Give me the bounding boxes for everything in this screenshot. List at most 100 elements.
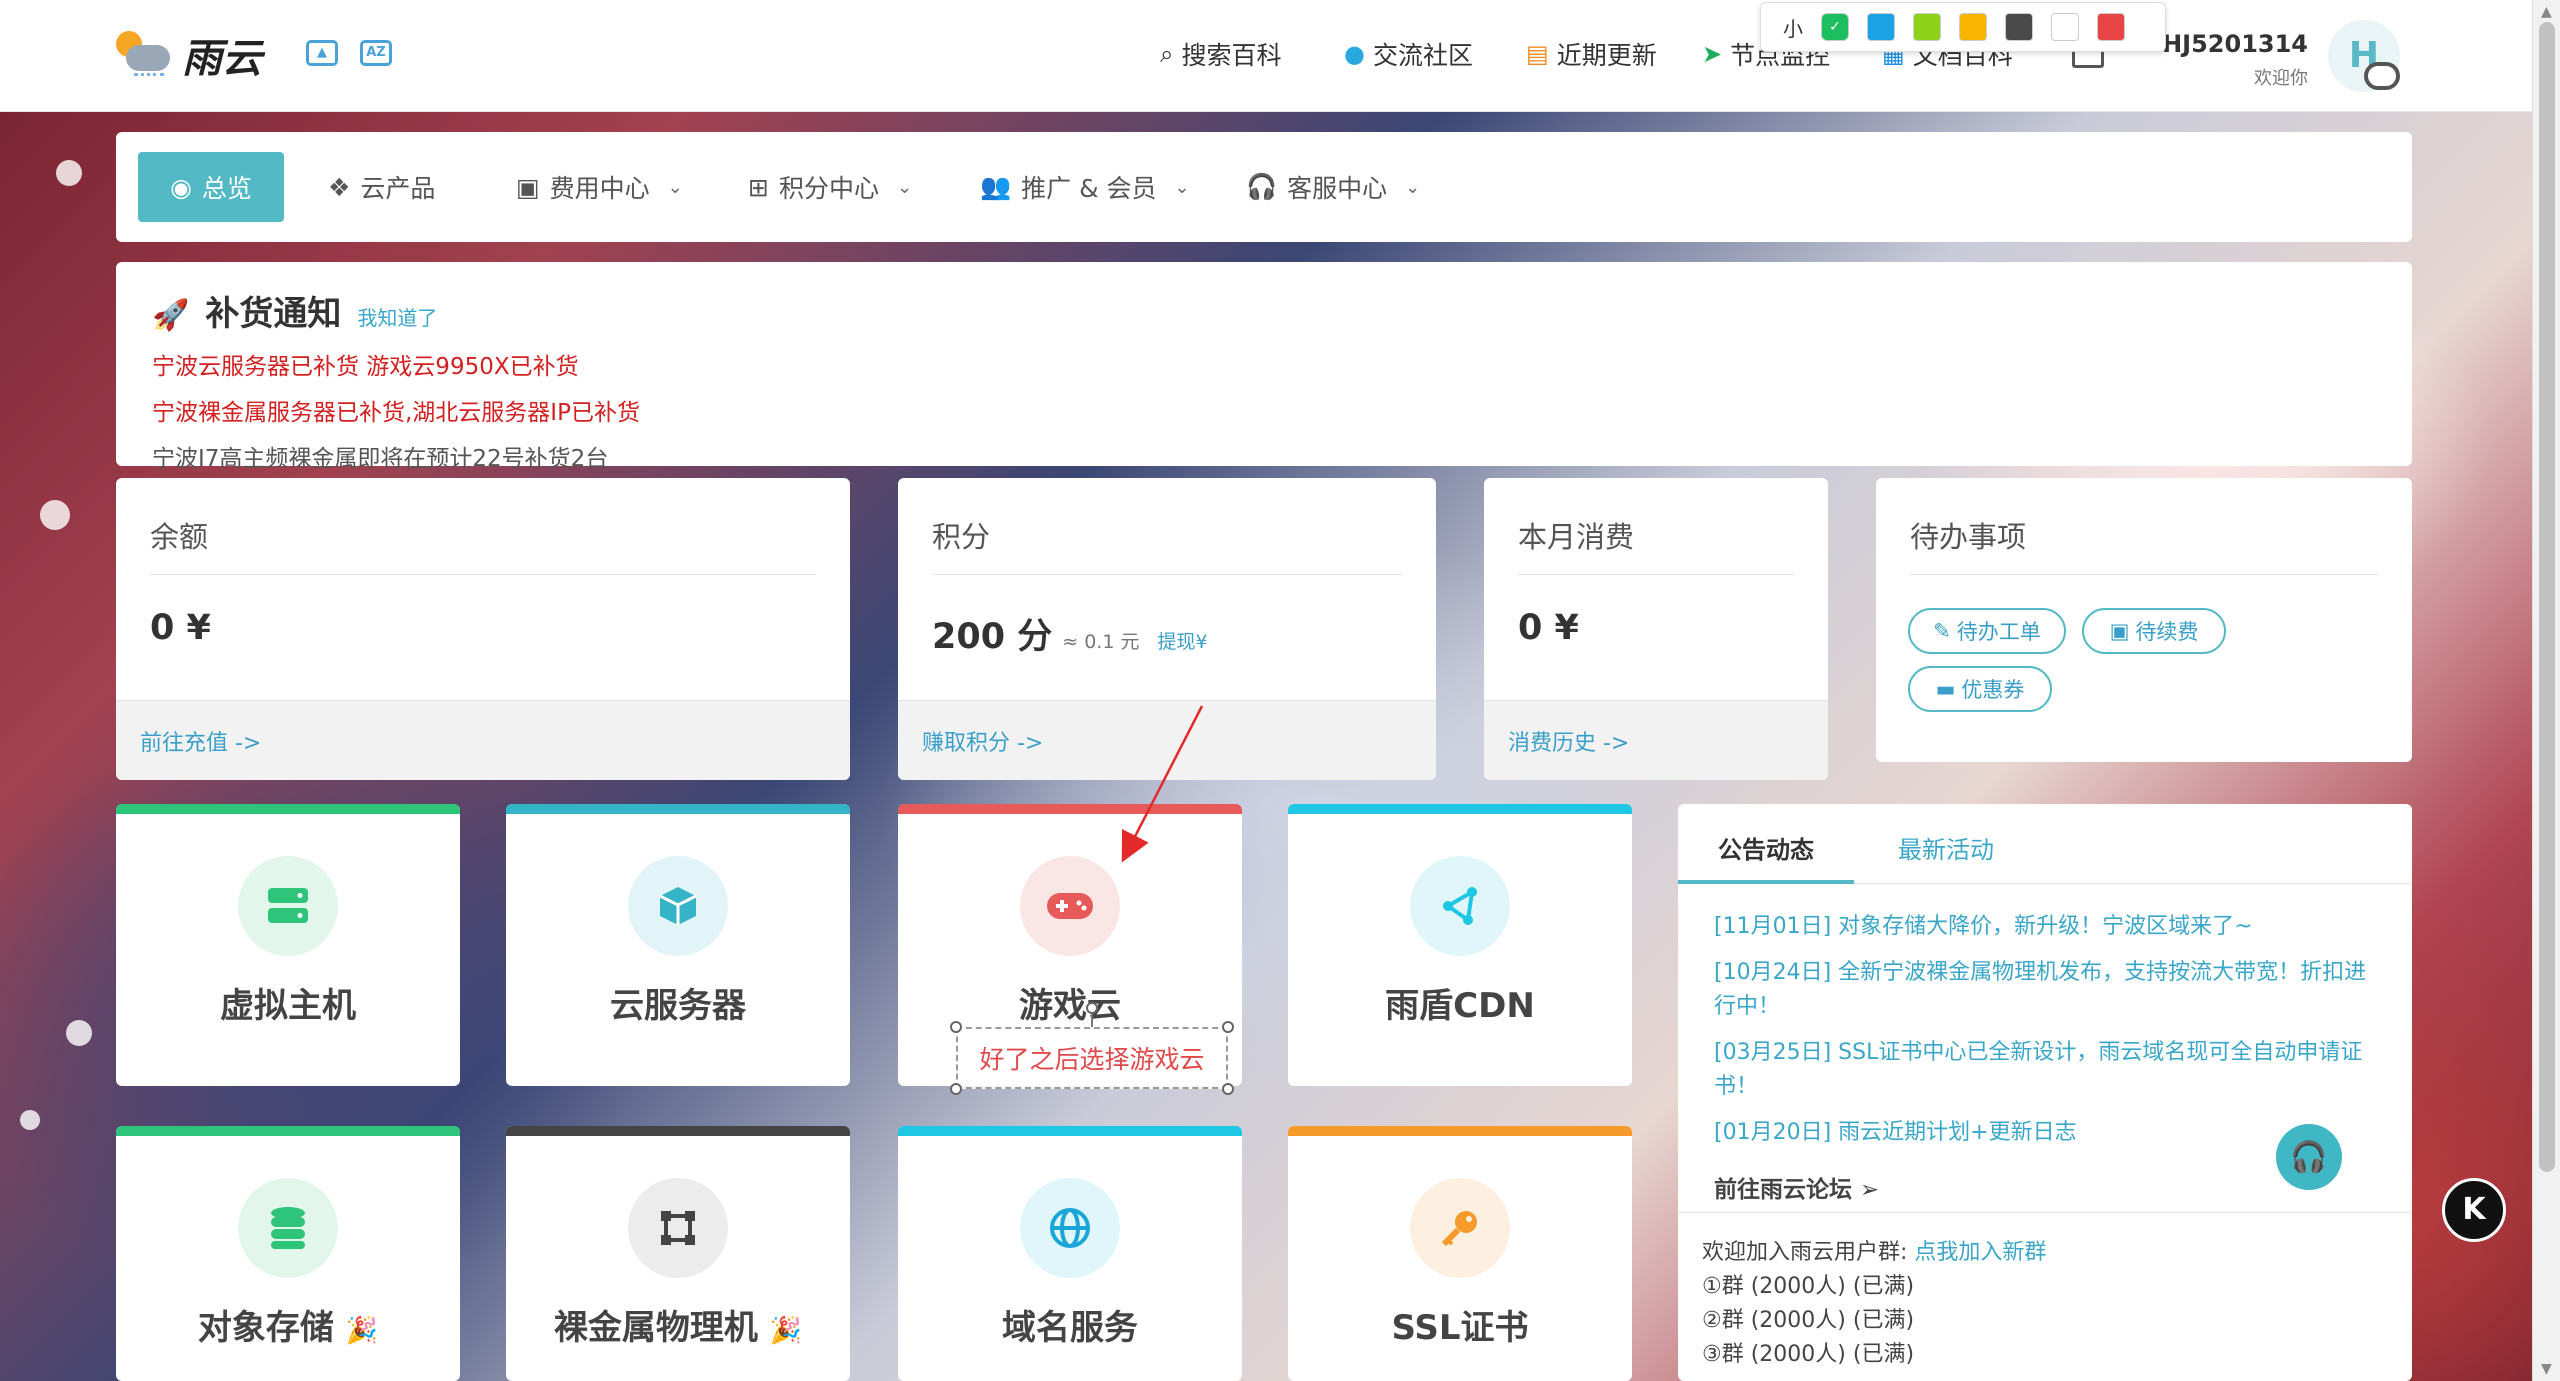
rocket-icon: 🚀 bbox=[152, 298, 190, 333]
color-swatch-dark[interactable] bbox=[2005, 13, 2033, 41]
users-icon: 👥 bbox=[980, 172, 1012, 201]
todo-label: 待办事项 bbox=[1910, 520, 2027, 554]
gift-icon: ⊞ bbox=[748, 172, 769, 202]
customer-support-headset-icon[interactable]: 🎧 bbox=[2276, 1124, 2342, 1190]
search-icon: ⌕ bbox=[1160, 40, 1174, 68]
product-tile-virtual-host[interactable]: 虚拟主机 bbox=[116, 804, 460, 1086]
monthly-label: 本月消费 bbox=[1518, 520, 1635, 554]
chevron-down-icon: ⌄ bbox=[667, 176, 683, 198]
product-name: SSL证书 bbox=[1391, 1308, 1529, 1348]
dismiss-notice-link[interactable]: 我知道了 bbox=[357, 302, 437, 331]
headset-icon: 🎧 bbox=[1246, 172, 1278, 201]
nav-support[interactable]: 🎧 客服中心 ⌄ bbox=[1246, 152, 1420, 222]
restock-notice: 🚀 补货通知 我知道了 宁波云服务器已补货 游戏云9950X已补货 宁波裸金属服… bbox=[116, 262, 2412, 472]
snow-decoration bbox=[56, 160, 82, 186]
points-card: 积分 200 分 ≈ 0.1 元提现¥ 赚取积分 -> bbox=[898, 478, 1436, 780]
dashboard-icon: ◉ bbox=[170, 172, 192, 202]
group-intro: 欢迎加入雨云用户群: bbox=[1702, 1240, 1908, 1265]
brand-name: 雨云 bbox=[182, 36, 262, 82]
location-arrow-icon: ➤ bbox=[1702, 40, 1723, 68]
nav-overview[interactable]: ◉ 总览 bbox=[138, 152, 284, 222]
annotation-rotate-handle[interactable] bbox=[1086, 1002, 1098, 1014]
annotation-resize-handle[interactable] bbox=[950, 1083, 962, 1095]
money-icon: ▣ bbox=[2109, 619, 2130, 643]
recharge-link[interactable]: 前往充值 -> bbox=[116, 700, 850, 780]
product-name: 对象存储 🎉 bbox=[197, 1308, 379, 1348]
pending-renewal-button[interactable]: ▣ 待续费 bbox=[2082, 608, 2226, 654]
withdraw-link[interactable]: 提现¥ bbox=[1157, 631, 1207, 653]
scrollbar-thumb[interactable] bbox=[2539, 22, 2555, 1172]
font-size-toggle[interactable]: 小 bbox=[1783, 13, 1803, 42]
announcement-tabs: 公告动态 最新活动 bbox=[1678, 804, 2412, 884]
product-name: 云服务器 bbox=[610, 986, 746, 1026]
top-nav-search[interactable]: ⌕ 搜索百科 bbox=[1160, 36, 1281, 72]
nav-promotion[interactable]: 👥 推广 & 会员 ⌄ bbox=[980, 152, 1190, 222]
k-logo-floating-button[interactable]: K bbox=[2442, 1178, 2506, 1242]
page-scrollbar[interactable]: ▲ ▼ bbox=[2532, 0, 2560, 1381]
cdn-icon bbox=[1410, 856, 1510, 956]
server-icon bbox=[238, 856, 338, 956]
nav-cloud-products[interactable]: ❖ 云产品 bbox=[328, 152, 435, 222]
product-tile-ssl[interactable]: SSL证书 bbox=[1288, 1126, 1632, 1381]
color-swatch-white[interactable] bbox=[2051, 13, 2079, 41]
product-tile-object-storage[interactable]: 对象存储 🎉 bbox=[116, 1126, 460, 1381]
points-approx: ≈ 0.1 元 bbox=[1062, 631, 1140, 653]
tab-latest-events[interactable]: 最新活动 bbox=[1898, 830, 1994, 865]
gamepad-icon bbox=[1020, 856, 1120, 956]
points-value: 200 分 bbox=[932, 617, 1053, 657]
spending-history-link[interactable]: 消费历史 -> bbox=[1484, 700, 1828, 780]
color-swatch-green-selected[interactable]: ✓ bbox=[1821, 13, 1849, 41]
sun-cloud-logo-icon bbox=[112, 27, 174, 83]
chevron-down-icon: ⌄ bbox=[1174, 176, 1190, 198]
annotation-resize-handle[interactable] bbox=[1222, 1083, 1234, 1095]
todo-card: 待办事项 ✎ 待办工单 ▣ 待续费 ▬ 优惠券 bbox=[1876, 478, 2412, 762]
party-icon: 🎉 bbox=[769, 1316, 803, 1346]
monthly-value: 0 ¥ bbox=[1518, 608, 1579, 648]
notice-line: 宁波云服务器已补货 游戏云9950X已补货 bbox=[152, 354, 579, 380]
earn-points-link[interactable]: 赚取积分 -> bbox=[898, 700, 1436, 780]
snow-decoration bbox=[20, 1110, 40, 1130]
notice-line: 宁波裸金属服务器已补货,湖北云服务器IP已补货 bbox=[152, 400, 640, 426]
color-swatch-lime[interactable] bbox=[1913, 13, 1941, 41]
group-item: ②群 (2000人) (已满) bbox=[1702, 1308, 1915, 1333]
annotation-note[interactable]: 好了之后选择游戏云 bbox=[956, 1027, 1228, 1089]
coupons-button[interactable]: ▬ 优惠券 bbox=[1908, 666, 2052, 712]
baremetal-icon bbox=[628, 1178, 728, 1278]
welcome-text: 欢迎你 bbox=[2254, 68, 2308, 89]
join-group-link[interactable]: 点我加入新群 bbox=[1914, 1240, 2046, 1265]
chevron-down-icon: ⌄ bbox=[896, 176, 913, 198]
tab-announcements[interactable]: 公告动态 bbox=[1718, 830, 1814, 865]
balance-label: 余额 bbox=[150, 520, 209, 554]
announcement-item[interactable]: [03月25日] SSL证书中心已全新设计，雨云域名现可全自动申请证书！ bbox=[1714, 1036, 2384, 1104]
color-swatch-blue[interactable] bbox=[1867, 13, 1895, 41]
forum-link[interactable]: 前往雨云论坛 ➢ bbox=[1714, 1170, 1879, 1204]
announcement-item[interactable]: [10月24日] 全新宁波裸金属物理机发布，支持按流大带宽！折扣进行中！ bbox=[1714, 956, 2384, 1024]
translate-icon[interactable]: AZ bbox=[360, 40, 392, 66]
announcement-item[interactable]: [11月01日] 对象存储大降价，新升级！宁波区域来了~ bbox=[1714, 910, 2384, 944]
product-tile-cloud-server[interactable]: 云服务器 bbox=[506, 804, 850, 1086]
top-nav-updates[interactable]: ▤ 近期更新 bbox=[1526, 36, 1657, 72]
scroll-up-icon[interactable]: ▲ bbox=[2541, 4, 2552, 20]
cubes-icon: ❖ bbox=[328, 172, 351, 202]
color-swatch-red[interactable] bbox=[2097, 13, 2125, 41]
image-icon[interactable]: ▲ bbox=[306, 40, 338, 66]
pending-tickets-button[interactable]: ✎ 待办工单 bbox=[1908, 608, 2066, 654]
annotation-resize-handle[interactable] bbox=[1222, 1021, 1234, 1033]
scroll-down-icon[interactable]: ▼ bbox=[2541, 1361, 2552, 1377]
annotation-resize-handle[interactable] bbox=[950, 1021, 962, 1033]
product-name: 域名服务 bbox=[1002, 1308, 1138, 1348]
brand-logo[interactable]: 雨云 bbox=[112, 26, 262, 84]
product-tile-cdn[interactable]: 雨盾CDN bbox=[1288, 804, 1632, 1086]
ticket-icon: ▬ bbox=[1935, 677, 1956, 701]
product-tile-domain[interactable]: 域名服务 bbox=[898, 1126, 1242, 1381]
color-swatch-yellow[interactable] bbox=[1959, 13, 1987, 41]
globe-icon bbox=[1020, 1178, 1120, 1278]
cloud-badge-icon bbox=[2364, 62, 2400, 90]
points-value-row: 200 分 ≈ 0.1 元提现¥ bbox=[932, 608, 1208, 659]
top-nav-community[interactable]: ● 交流社区 bbox=[1344, 36, 1473, 72]
points-label: 积分 bbox=[932, 520, 991, 554]
nav-billing[interactable]: ▣ 费用中心 ⌄ bbox=[516, 152, 683, 222]
nav-points[interactable]: ⊞ 积分中心 ⌄ bbox=[748, 152, 912, 222]
database-icon bbox=[238, 1178, 338, 1278]
product-tile-bare-metal[interactable]: 裸金属物理机 🎉 bbox=[506, 1126, 850, 1381]
